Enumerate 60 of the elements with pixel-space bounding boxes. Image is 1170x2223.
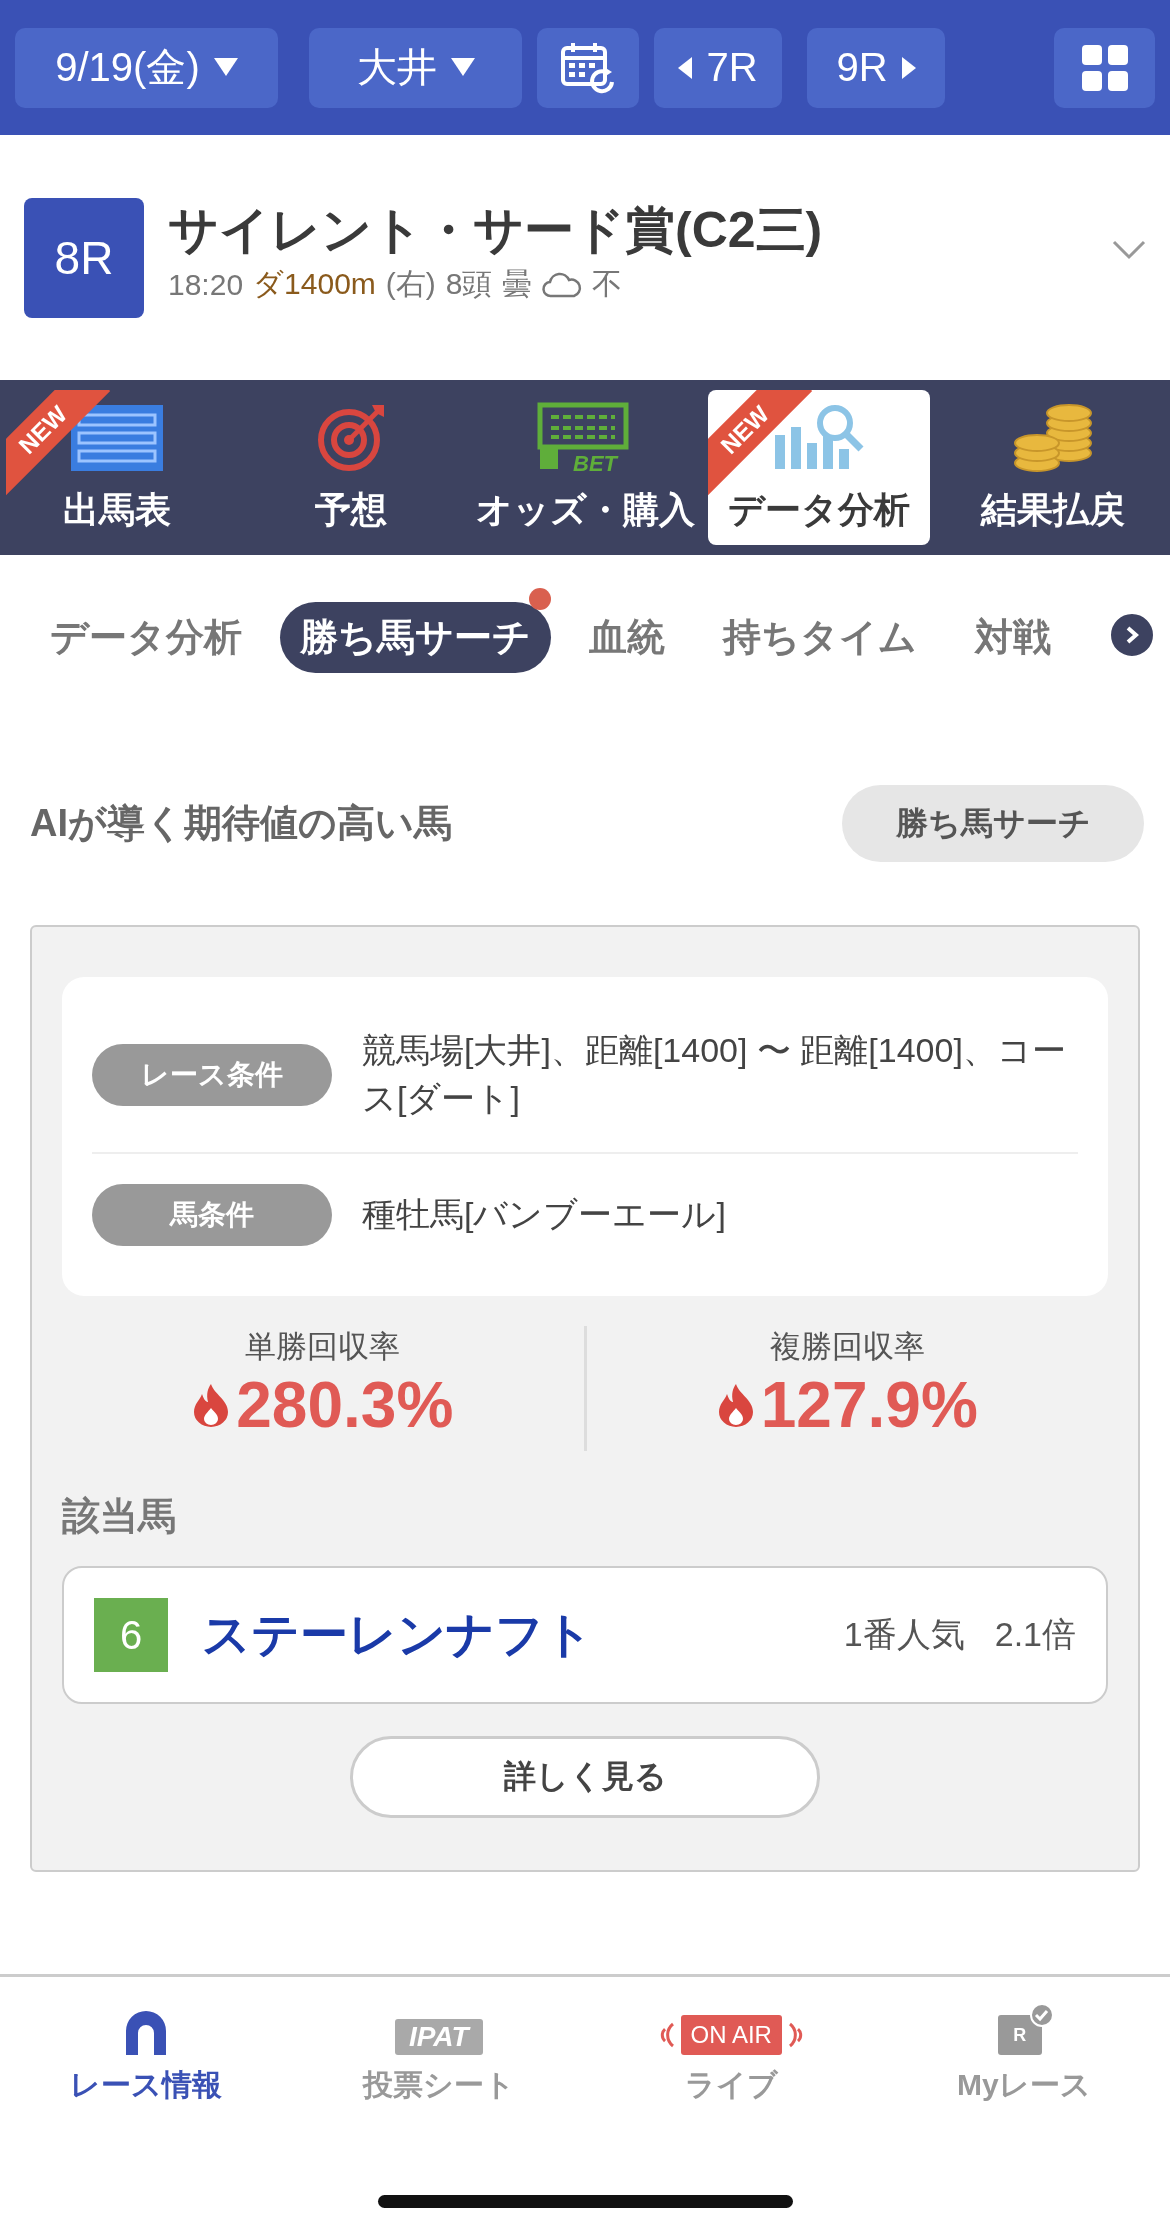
left-triangle-icon — [678, 56, 693, 79]
race-course: ダ1400m — [253, 266, 376, 302]
grid-icon — [1081, 44, 1128, 91]
popularity: 1番人気 — [843, 1614, 965, 1656]
ipat-icon: IPAT — [394, 2019, 483, 2055]
track-condition: 不 — [592, 266, 623, 302]
flame-icon — [716, 1382, 755, 1429]
analysis-tab[interactable]: 対戦 — [955, 602, 1071, 673]
analysis-tab[interactable]: 持ちタイム — [703, 602, 937, 673]
flame-icon — [192, 1382, 231, 1429]
runner-count: 8頭 — [445, 266, 493, 302]
race-time: 18:20 — [168, 267, 244, 302]
previous-race-button[interactable]: 7R — [654, 27, 782, 108]
chevron-down-icon[interactable] — [1112, 240, 1146, 260]
next-race-button[interactable]: 9R — [807, 27, 945, 108]
nav-item[interactable]: R Myレース — [877, 2005, 1170, 2106]
section-heading: AIが導く期待値の高い馬 — [30, 801, 452, 846]
race-direction: (右) — [385, 266, 436, 302]
return-rate: 280.3% — [236, 1368, 454, 1443]
r-badge-icon: R — [997, 2015, 1042, 2055]
return-rate: 127.9% — [760, 1368, 978, 1443]
horse-row[interactable]: 6 ステーレンナフト 1番人気 2.1倍 — [62, 1566, 1108, 1705]
horse-name: ステーレンナフト — [202, 1607, 594, 1664]
nav-item[interactable]: レース情報 — [0, 2005, 293, 2106]
search-button[interactable]: 勝ち馬サーチ — [842, 785, 1144, 862]
weather-label: 曇 — [502, 266, 533, 302]
stat-label: 単勝回収率 — [245, 1328, 401, 1367]
stat-label: 複勝回収率 — [769, 1328, 925, 1367]
target-icon — [316, 403, 386, 473]
nav-item[interactable]: IPAT 投票シート — [292, 2005, 585, 2106]
nav-item[interactable]: ON AIR ライブ — [585, 2005, 878, 2106]
condition-label: レース条件 — [92, 1043, 332, 1106]
check-icon — [1029, 2003, 1054, 2027]
grid-menu-button[interactable] — [1054, 27, 1155, 108]
subheading: 該当馬 — [62, 1494, 177, 1540]
section-tab[interactable]: BET オッズ・購入 — [474, 390, 696, 545]
condition-value: 種牡馬[バンブーエール] — [362, 1194, 726, 1236]
horse-number: 6 — [94, 1598, 168, 1673]
on-air-icon: ON AIR — [680, 2015, 782, 2055]
section-tab[interactable]: 予想 — [240, 390, 462, 545]
date-dropdown[interactable]: 9/19(金) — [15, 27, 278, 108]
calendar-button[interactable] — [537, 27, 639, 108]
details-button[interactable]: 詳しく見る — [350, 1736, 820, 1819]
analysis-tab[interactable]: データ分析 — [30, 602, 262, 673]
right-triangle-icon — [901, 56, 916, 79]
venue-dropdown[interactable]: 大井 — [309, 27, 522, 108]
condition-label: 馬条件 — [92, 1184, 332, 1247]
odds: 2.1倍 — [994, 1614, 1076, 1656]
race-number-badge: 8R — [24, 198, 144, 318]
caret-icon — [450, 57, 475, 78]
race-title: サイレント・サード賞(C2三) — [168, 201, 823, 260]
cloud-icon — [542, 271, 583, 298]
analysis-tab[interactable]: 血統 — [569, 602, 685, 673]
table-icon — [69, 403, 165, 473]
section-tab[interactable]: 結果払戻 — [942, 390, 1164, 545]
chevron-right-icon — [1125, 625, 1139, 645]
analysis-tab[interactable]: 勝ち馬サーチ — [280, 602, 551, 673]
coin-stacks-icon — [1013, 403, 1093, 473]
caret-icon — [213, 57, 238, 78]
condition-value: 競馬場[大井]、距離[1400] 〜 距離[1400]、コース[ダート] — [362, 1030, 1067, 1119]
